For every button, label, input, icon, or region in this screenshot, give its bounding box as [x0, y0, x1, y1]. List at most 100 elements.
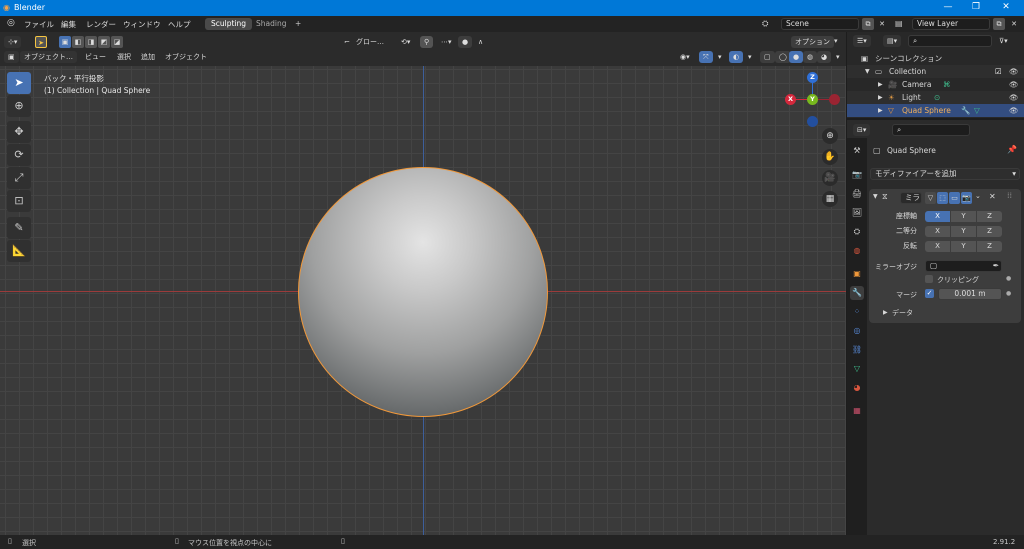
bisect-z-toggle[interactable]: Z [977, 226, 1002, 237]
render-tab-icon[interactable]: 📷 [850, 168, 864, 182]
expand-arrow-icon[interactable]: ▶ [878, 104, 883, 117]
rotate-tool-icon[interactable]: ⟳ [7, 144, 31, 166]
shading-dropdown-icon[interactable]: ▾ [832, 51, 844, 63]
mode-dropdown[interactable]: オブジェクト… [20, 51, 77, 63]
axis-y-toggle[interactable]: Y [951, 211, 976, 222]
3d-viewport[interactable]: バック・平行投影 (1) Collection | Quad Sphere ➤ … [0, 66, 846, 535]
drag-handle-icon[interactable]: ⁞⁞ [1007, 191, 1012, 200]
output-tab-icon[interactable]: 🖨 [850, 187, 864, 201]
tab-sculpting[interactable]: Sculpting [205, 18, 253, 30]
properties-editor-icon[interactable]: ⊟▾ [853, 124, 871, 136]
transform-tool-icon[interactable]: ⊡ [7, 190, 31, 212]
scene-collection-row[interactable]: ▣ シーンコレクション [847, 52, 1024, 65]
visibility-eye-icon[interactable]: 👁 [1009, 104, 1019, 117]
camera-view-icon[interactable]: 🎥 [822, 170, 838, 186]
menu-file[interactable]: ファイル [24, 19, 54, 30]
select-tool-icon[interactable]: ➤ [35, 36, 47, 48]
move-tool-icon[interactable]: ✥ [7, 121, 31, 143]
mirror-object-field[interactable]: ▢ ✒ [925, 260, 1002, 272]
viewport-display-icon[interactable]: ▭ [949, 192, 960, 204]
scale-tool-icon[interactable]: ⤢ [7, 167, 31, 189]
mesh-data-icon[interactable]: ▽ [974, 104, 980, 117]
select-subtract-icon[interactable]: ◨ [85, 36, 97, 48]
clipping-checkbox[interactable] [925, 275, 933, 283]
modifier-name-field[interactable]: ミラ [900, 192, 922, 204]
scene-selector[interactable]: Scene [781, 18, 859, 30]
proportional-edit-icon[interactable]: ● [458, 36, 473, 48]
pan-hand-icon[interactable]: ✋ [822, 149, 838, 165]
outliner-item-camera[interactable]: ▶ 🎥 Camera ⌘ 👁 [847, 78, 1024, 91]
measure-tool-icon[interactable]: 📐 [7, 240, 31, 262]
outliner-item-light[interactable]: ▶ ☀ Light ⊙ 👁 [847, 91, 1024, 104]
filter-icon[interactable]: ⊽▾ [995, 35, 1012, 47]
gizmo-toggle-icon[interactable]: ⤧ [699, 51, 713, 63]
tool-tab-icon[interactable]: ⚒ [850, 144, 864, 158]
rendered-shading-icon[interactable]: ◕ [817, 51, 832, 63]
flip-z-toggle[interactable]: Z [977, 241, 1002, 252]
menu-select[interactable]: 選択 [113, 51, 135, 63]
new-view-layer-icon[interactable]: ⧉ [993, 18, 1005, 30]
properties-search-input[interactable]: ⌕ [892, 124, 970, 136]
blender-menu-icon[interactable]: ◎ [7, 18, 15, 28]
chevron-down-icon[interactable]: ⌄ [975, 192, 981, 200]
material-shading-icon[interactable]: ◍ [803, 51, 818, 63]
select-extend-icon[interactable]: ◧ [72, 36, 84, 48]
outliner-editor-icon[interactable]: ☰▾ [853, 35, 871, 47]
world-tab-icon[interactable]: ◍ [850, 244, 864, 258]
solid-shading-icon[interactable]: ● [789, 51, 804, 63]
new-scene-icon[interactable]: ⧉ [862, 18, 874, 30]
pivot-icon[interactable]: ⟲▾ [397, 36, 414, 48]
menu-view[interactable]: ビュー [81, 51, 110, 63]
delete-scene-icon[interactable]: ✕ [876, 18, 888, 30]
texture-tab-icon[interactable]: ▦ [850, 404, 864, 418]
physics-tab-icon[interactable]: ◎ [850, 324, 864, 338]
menu-edit[interactable]: 編集 [61, 19, 76, 30]
editor-type-icon[interactable]: ⊹▾ [4, 36, 22, 48]
axis-z-toggle[interactable]: Z [977, 211, 1002, 222]
annotate-tool-icon[interactable]: ✎ [7, 217, 31, 239]
outliner-search-input[interactable]: ⌕ [908, 35, 992, 47]
exclude-checkbox-icon[interactable]: ☑ [995, 65, 1002, 78]
menu-add[interactable]: 追加 [137, 51, 159, 63]
light-data-icon[interactable]: ⊙ [934, 91, 940, 104]
menu-object[interactable]: オブジェクト [161, 51, 211, 63]
overlay-dropdown-icon[interactable]: ▾ [744, 51, 756, 63]
edit-cage-icon[interactable]: ▽ [925, 192, 936, 204]
gizmo-neg-z-axis[interactable] [807, 116, 818, 127]
pin-icon[interactable]: 📌 [1007, 145, 1017, 154]
select-box-tool-icon[interactable]: ➤ [7, 72, 31, 94]
gizmo-neg-x-axis[interactable] [829, 94, 840, 105]
mesh-data-tab-icon[interactable]: ▽ [850, 362, 864, 376]
expand-arrow-icon[interactable]: ▼ [865, 65, 870, 78]
visibility-eye-icon[interactable]: 👁 [1009, 78, 1019, 91]
menu-render[interactable]: レンダー [86, 19, 116, 30]
collapse-arrow-icon[interactable]: ▼ [873, 193, 878, 200]
keyframe-dot-icon[interactable]: ● [1006, 290, 1011, 297]
visibility-eye-icon[interactable]: 👁 [1009, 91, 1019, 104]
flip-y-toggle[interactable]: Y [951, 241, 976, 252]
constraints-tab-icon[interactable]: ⛓ [850, 343, 864, 357]
data-subpanel-label[interactable]: データ [892, 308, 913, 318]
view-layer-tab-icon[interactable]: 🖼 [850, 206, 864, 220]
options-dropdown[interactable]: オプション [791, 36, 834, 48]
zoom-icon[interactable]: ⊕ [822, 128, 838, 144]
select-invert-icon[interactable]: ◩ [98, 36, 110, 48]
merge-distance-field[interactable]: 0.001 m [938, 288, 1002, 300]
orientation-dropdown[interactable]: グロー… [352, 36, 388, 48]
outliner-item-quad-sphere[interactable]: ▶ ▽ Quad Sphere 🔧 ▽ 👁 [847, 104, 1024, 117]
add-modifier-dropdown[interactable]: モディファイアーを追加 ▾ [870, 168, 1020, 180]
gizmo-x-axis[interactable]: X [785, 94, 796, 105]
camera-data-icon[interactable]: ⌘ [943, 78, 951, 91]
material-tab-icon[interactable]: ◕ [850, 381, 864, 395]
bisect-x-toggle[interactable]: X [925, 226, 950, 237]
remove-modifier-icon[interactable]: ✕ [989, 192, 996, 201]
keyframe-dot-icon[interactable]: ● [1006, 275, 1011, 282]
close-button[interactable]: ✕ [992, 2, 1020, 12]
gizmo-y-axis[interactable]: Y [807, 94, 818, 105]
view-layer-selector[interactable]: View Layer [912, 18, 990, 30]
snap-icon[interactable]: ⚲ [420, 36, 434, 48]
visibility-eye-icon[interactable]: 👁 [1009, 65, 1019, 78]
expand-arrow-icon[interactable]: ▶ [878, 91, 883, 104]
outliner-item-collection[interactable]: ▼ ▭ Collection ☑ 👁 [847, 65, 1024, 78]
overlay-toggle-icon[interactable]: ◐ [729, 51, 744, 63]
